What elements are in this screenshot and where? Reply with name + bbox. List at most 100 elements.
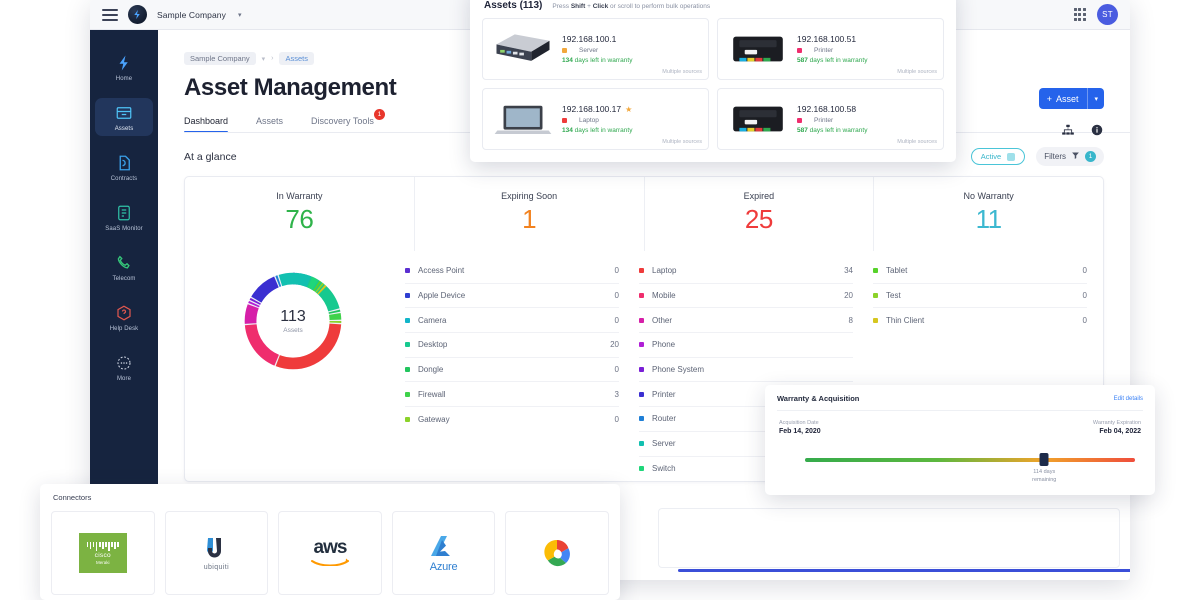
company-caret-icon[interactable]: ▾	[238, 11, 242, 19]
company-name[interactable]: Sample Company	[157, 10, 226, 20]
stat-expired[interactable]: Expired 25	[645, 177, 875, 251]
sidebar-item-more[interactable]: More	[95, 348, 153, 386]
sidebar-item-help-desk[interactable]: Help Desk	[95, 298, 153, 336]
filters-badge: 1	[1085, 151, 1096, 162]
warranty-progress-bar[interactable]	[805, 458, 1135, 462]
warranty-expiration-value: Feb 04, 2022	[1099, 428, 1141, 435]
breadcrumb-root[interactable]: Sample Company	[184, 52, 256, 65]
add-asset-plus-icon: +	[1046, 93, 1052, 104]
hint-key-shift: Shift	[570, 3, 586, 10]
tab-assets[interactable]: Assets	[256, 116, 283, 133]
tab-label: Assets	[256, 116, 284, 126]
sidebar-item-home[interactable]: Home	[95, 48, 153, 86]
cisco-meraki-logo: cisco Meraki	[78, 533, 127, 573]
asset-card[interactable]: 192.168.100.58 Printer 587 days left in wa…	[717, 88, 944, 150]
asset-type-dot	[797, 118, 802, 123]
network-topology-icon[interactable]	[1060, 122, 1075, 137]
connector-google-cloud[interactable]	[505, 511, 609, 595]
asset-card[interactable]: 192.168.100.51 Printer 587 days left in wa…	[717, 18, 944, 80]
asset-type-dot	[562, 118, 567, 123]
list-item[interactable]: Camera 0	[405, 308, 619, 334]
list-item[interactable]: Other 8	[639, 308, 853, 334]
list-item[interactable]: Dongle 0	[405, 358, 619, 383]
warranty-progress-handle[interactable]	[1039, 453, 1049, 466]
hint-pre: Press	[552, 3, 569, 10]
legend-color-dot	[639, 268, 644, 274]
asset-multiple-sources: Multiple sources	[897, 139, 937, 145]
warranty-expiration-label: Warranty Expiration	[1092, 420, 1141, 426]
list-item[interactable]: Mobile 20	[639, 284, 853, 309]
list-item[interactable]: Firewall 3	[405, 382, 619, 408]
legend-color-dot	[873, 293, 878, 299]
add-asset-button[interactable]: + Asset ▾	[1038, 88, 1104, 109]
asset-ip[interactable]: 192.168.100.58	[797, 104, 867, 114]
connector-azure[interactable]: Azure	[391, 511, 496, 595]
stat-value: 76	[285, 204, 314, 234]
saas-monitor-icon	[114, 203, 134, 223]
legend-label: Other	[652, 315, 673, 325]
asset-ip[interactable]: 192.168.100.17 ★	[562, 104, 632, 114]
legend-color-dot	[639, 416, 644, 422]
stat-in-warranty[interactable]: In Warranty 76	[185, 177, 415, 251]
asset-ip[interactable]: 192.168.100.51	[797, 34, 867, 44]
stat-no-warranty[interactable]: No Warranty 11	[874, 177, 1103, 251]
assets-popup-header: Assets (113) Press Shift + Click or scro…	[482, 0, 944, 18]
legend-label: Gateway	[418, 414, 450, 424]
list-item[interactable]: Test 0	[873, 284, 1087, 309]
asset-ip[interactable]: 192.168.100.1	[562, 34, 632, 44]
add-asset-label: Asset	[1055, 93, 1079, 104]
star-icon[interactable]: ★	[625, 105, 632, 114]
legend-value: 3	[614, 389, 619, 399]
connector-aws[interactable]: aws	[278, 511, 382, 595]
avatar[interactable]: ST	[1097, 4, 1118, 25]
home-bolt-icon	[114, 53, 134, 73]
server-rack-icon	[490, 26, 556, 72]
breadcrumb-caret-icon[interactable]: ▾	[262, 55, 266, 63]
status-badge-active[interactable]: Active	[970, 148, 1026, 165]
sidebar-item-telecom[interactable]: Telecom	[95, 248, 153, 286]
list-item[interactable]: Apple Device 0	[405, 284, 619, 309]
list-item[interactable]: Tablet 0	[873, 259, 1087, 284]
stat-label: Expired	[743, 191, 775, 201]
stat-value: 1	[522, 204, 537, 234]
list-item[interactable]: Gateway 0	[405, 407, 619, 432]
stat-value: 11	[975, 204, 1002, 234]
list-item[interactable]: Desktop 20	[405, 333, 619, 358]
more-ellipsis-icon	[114, 353, 134, 373]
ubiquiti-logo: ubiquiti	[201, 536, 231, 571]
close-icon[interactable]	[1007, 152, 1016, 161]
connector-cisco-meraki[interactable]: cisco Meraki	[51, 511, 155, 595]
filters-button[interactable]: Filters 1	[1036, 147, 1104, 166]
tab-discovery-tools[interactable]: Discovery Tools 1	[311, 109, 385, 133]
breadcrumb-current[interactable]: Assets	[279, 52, 314, 65]
donut-chart[interactable]: 113 Assets	[237, 265, 349, 377]
legend-label: Apple Device	[418, 291, 466, 301]
tab-dashboard[interactable]: Dashboard	[184, 116, 229, 133]
asset-card[interactable]: 192.168.100.17 ★ Laptop 134 days left in wa…	[482, 88, 709, 150]
list-item[interactable]: Phone	[639, 333, 853, 358]
help-desk-icon	[114, 303, 134, 323]
connector-ubiquiti[interactable]: ubiquiti	[164, 511, 269, 595]
list-item[interactable]: Access Point 0	[405, 259, 619, 284]
list-item[interactable]: Thin Client 0	[873, 308, 1087, 333]
add-asset-caret-icon[interactable]: ▾	[1088, 95, 1104, 103]
warranty-expiration: Warranty Expiration Feb 04, 2022	[1093, 420, 1141, 435]
info-icon[interactable]	[1089, 122, 1104, 137]
legend-color-dot	[639, 391, 644, 397]
legend-color-dot	[405, 293, 410, 299]
warranty-remaining-line2: remaining	[1032, 476, 1057, 483]
hint-post: or scroll to perform bulk operations	[610, 3, 711, 10]
stat-expiring-soon[interactable]: Expiring Soon 1	[415, 177, 645, 251]
sidebar-item-contracts[interactable]: Contracts	[95, 148, 153, 186]
sidebar-item-saas-monitor[interactable]: SaaS Monitor	[95, 198, 153, 236]
app-grid-icon[interactable]	[1073, 8, 1086, 21]
sidebar-item-assets[interactable]: Assets	[95, 98, 153, 136]
list-item[interactable]: Phone System	[639, 358, 853, 383]
asset-multiple-sources: Multiple sources	[662, 69, 702, 75]
legend-label: Phone	[652, 340, 676, 350]
list-item[interactable]: Laptop 34	[639, 259, 853, 284]
hamburger-icon[interactable]	[102, 8, 118, 21]
edit-details-link[interactable]: Edit details	[1114, 396, 1143, 402]
asset-type: Printer	[797, 47, 867, 54]
asset-card[interactable]: 192.168.100.1 Server 134 days left in warr…	[482, 18, 709, 80]
